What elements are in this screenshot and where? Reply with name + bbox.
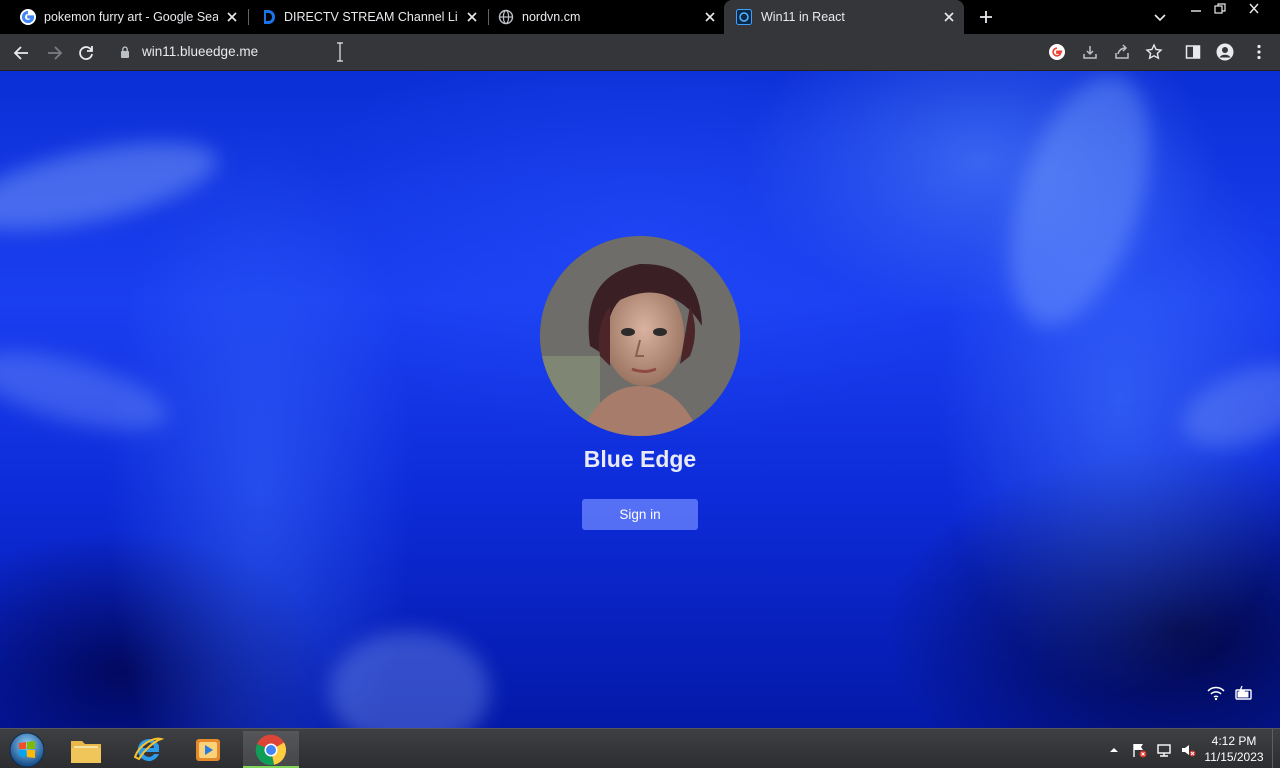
close-window-icon[interactable]	[1244, 2, 1264, 16]
show-hidden-icons-icon[interactable]	[1106, 742, 1122, 758]
internet-explorer-icon	[133, 737, 164, 761]
clock-date: 11/15/2023	[1204, 750, 1264, 764]
taskbar-media-player[interactable]	[180, 731, 236, 768]
lock-screen-wallpaper: Blue Edge Sign in	[0, 71, 1280, 728]
win11-icon	[736, 9, 752, 25]
tab-title: DIRECTV STREAM Channel Lineup	[284, 10, 458, 24]
clock-time: 4:12 PM	[1211, 734, 1257, 748]
tab-directv[interactable]: DIRECTV STREAM Channel Lineup	[240, 0, 488, 34]
windows-taskbar: 4:12 PM 11/15/2023	[0, 728, 1280, 768]
bookmark-star-icon[interactable]	[1145, 43, 1163, 61]
user-avatar	[540, 236, 740, 436]
tab-search-chevron-icon[interactable]	[1153, 10, 1167, 24]
taskbar-google-chrome[interactable]	[243, 731, 299, 768]
google-icon	[20, 9, 36, 25]
wallpaper-highlight	[330, 631, 490, 728]
tab-win11-react[interactable]: Win11 in React	[724, 0, 964, 34]
show-desktop-button[interactable]	[1272, 729, 1280, 768]
side-panel-icon[interactable]	[1184, 43, 1202, 61]
network-icon[interactable]	[1156, 742, 1172, 758]
new-tab-icon[interactable]	[978, 9, 994, 25]
back-arrow-icon[interactable]	[12, 43, 32, 63]
sign-in-button[interactable]: Sign in	[582, 499, 698, 530]
battery-charging-icon[interactable]	[1234, 685, 1254, 701]
folder-icon	[71, 741, 101, 763]
text-cursor-icon	[337, 42, 343, 62]
username-label: Blue Edge	[583, 446, 697, 472]
minimize-icon[interactable]	[1186, 2, 1206, 16]
close-tab-icon[interactable]	[703, 10, 717, 24]
close-tab-icon[interactable]	[942, 10, 956, 24]
wallpaper-highlight	[0, 124, 225, 248]
forward-arrow-icon[interactable]	[44, 43, 64, 63]
directv-icon	[264, 10, 275, 24]
close-tab-icon[interactable]	[465, 10, 479, 24]
media-player-icon	[196, 739, 220, 761]
share-icon[interactable]	[1113, 43, 1131, 61]
tab-nordvn[interactable]: nordvn.cm	[478, 0, 726, 34]
install-app-icon[interactable]	[1081, 43, 1099, 61]
reload-icon[interactable]	[76, 43, 96, 63]
lock-icon[interactable]	[118, 45, 132, 59]
google-lens-icon[interactable]	[1048, 43, 1066, 61]
user-portrait-image	[540, 236, 740, 436]
tab-title: pokemon furry art - Google Sear	[44, 10, 218, 24]
tab-title: Win11 in React	[761, 10, 845, 24]
wallpaper-highlight	[0, 336, 175, 446]
wallpaper-highlight	[982, 71, 1178, 344]
more-menu-icon[interactable]	[1250, 43, 1268, 61]
taskbar-internet-explorer[interactable]	[120, 731, 176, 768]
tab-google-search[interactable]: pokemon furry art - Google Sear	[0, 0, 248, 34]
tab-title: nordvn.cm	[522, 10, 581, 24]
wifi-icon[interactable]	[1206, 685, 1226, 701]
taskbar-windows-explorer[interactable]	[58, 731, 114, 768]
globe-icon	[498, 9, 514, 25]
volume-muted-icon[interactable]	[1180, 742, 1196, 758]
system-clock[interactable]: 4:12 PM 11/15/2023	[1200, 733, 1268, 765]
address-bar[interactable]	[108, 38, 1238, 67]
chrome-icon	[255, 734, 287, 766]
restore-icon[interactable]	[1210, 2, 1230, 16]
close-tab-icon[interactable]	[225, 10, 239, 24]
browser-toolbar: win11.blueedge.me	[0, 34, 1280, 71]
windows-start-button-icon[interactable]	[8, 731, 46, 768]
url-text[interactable]: win11.blueedge.me	[142, 44, 258, 60]
profile-avatar-icon[interactable]	[1216, 43, 1234, 61]
tab-strip: pokemon furry art - Google Sear DIRECTV …	[0, 0, 1280, 34]
wallpaper-highlight	[1172, 349, 1280, 463]
action-center-flag-icon[interactable]	[1131, 742, 1147, 758]
